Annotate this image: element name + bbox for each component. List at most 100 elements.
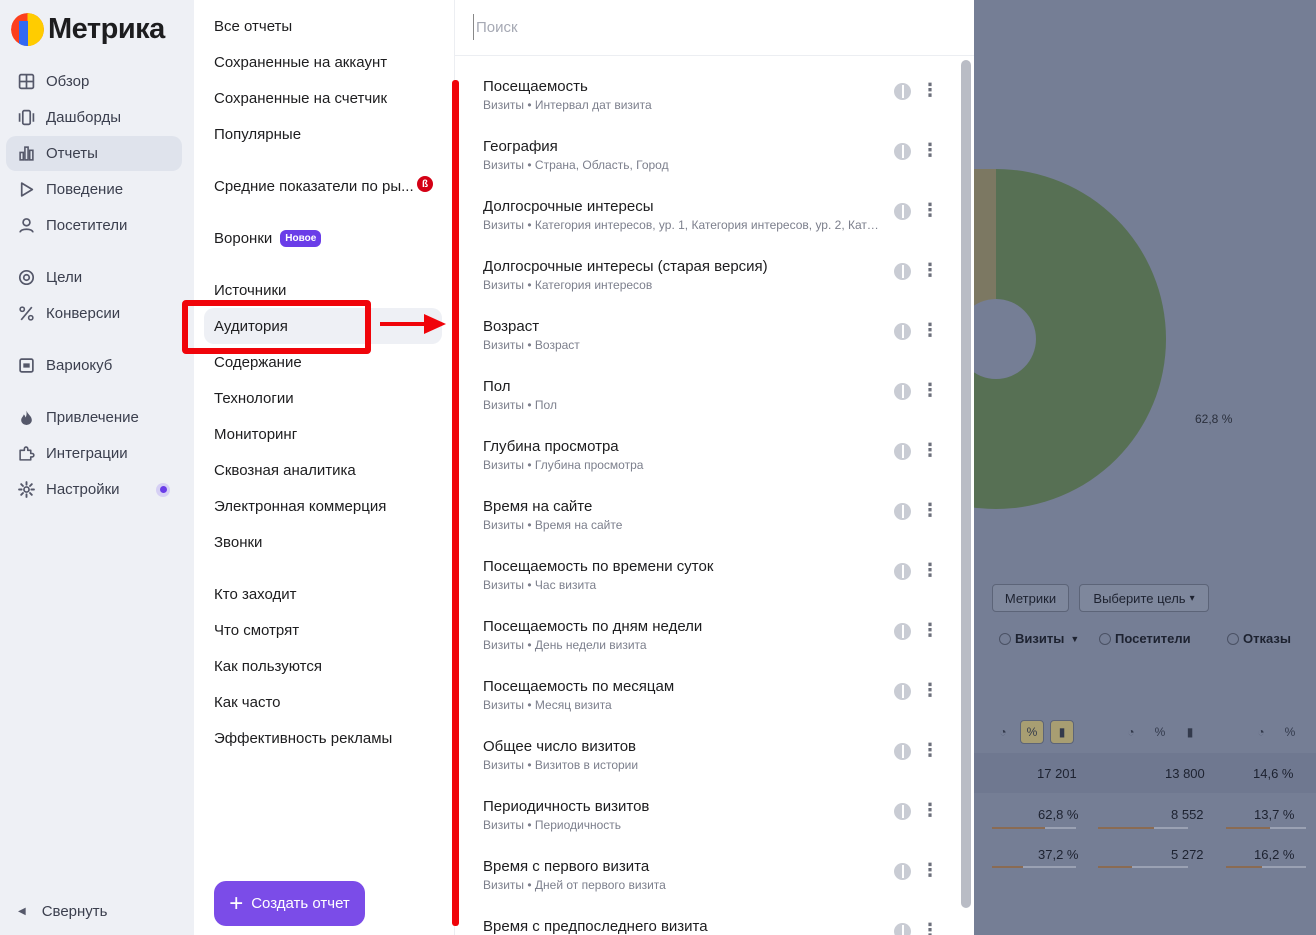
create-report-button[interactable]: + Создать отчет: [214, 881, 365, 926]
more-options-icon[interactable]: ⋮: [920, 438, 940, 462]
report-item[interactable]: Посещаемость по времени суток Визиты • Ча…: [483, 558, 953, 608]
pin-icon[interactable]: [894, 323, 911, 340]
report-subtitle: Визиты • Категория интересов: [483, 278, 653, 292]
pin-icon[interactable]: [894, 803, 911, 820]
collapse-sidebar-button[interactable]: ◀ Свернуть: [18, 903, 108, 920]
percent-toggle-icon: %: [1020, 720, 1044, 744]
report-item[interactable]: Общее число визитов Визиты • Визитов в ис…: [483, 738, 953, 788]
category-who-visits[interactable]: Кто заходит: [214, 586, 297, 603]
more-options-icon[interactable]: ⋮: [920, 738, 940, 762]
pin-icon[interactable]: [894, 743, 911, 760]
category-label: Воронки: [214, 230, 273, 247]
more-options-icon[interactable]: ⋮: [920, 498, 940, 522]
sidebar-item-dashboards[interactable]: Дашборды: [6, 100, 182, 135]
category-saved-account[interactable]: Сохраненные на аккаунт: [214, 54, 387, 71]
bar-fill: [992, 866, 1023, 868]
more-options-icon[interactable]: ⋮: [920, 618, 940, 642]
bar-toggle-icon: ▮: [1186, 725, 1194, 739]
sidebar-item-variocube[interactable]: Вариокуб: [6, 348, 182, 383]
category-popular[interactable]: Популярные: [214, 126, 301, 143]
category-funnels[interactable]: Воронки Новое: [214, 230, 322, 247]
report-item[interactable]: Время с первого визита Визиты • Дней от п…: [483, 858, 953, 908]
metrika-logo[interactable]: Метрика: [11, 13, 165, 46]
report-subtitle: Визиты • Месяц визита: [483, 698, 612, 712]
search-input[interactable]: [473, 14, 933, 40]
table-cell: 37,2 %: [1038, 847, 1079, 862]
report-item[interactable]: Возраст Визиты • Возраст ⋮: [483, 318, 953, 368]
report-item[interactable]: География Визиты • Страна, Область, Город…: [483, 138, 953, 188]
category-ecommerce[interactable]: Электронная коммерция: [214, 498, 386, 515]
category-technology[interactable]: Технологии: [214, 390, 294, 407]
target-icon: [6, 269, 46, 286]
sidebar-item-reports[interactable]: Отчеты: [6, 136, 182, 171]
pin-icon[interactable]: [894, 383, 911, 400]
sidebar-item-label: Посетители: [46, 217, 128, 234]
pin-icon[interactable]: [894, 863, 911, 880]
help-icon: [999, 632, 1011, 645]
bar-toggle-icon: ▮: [1050, 720, 1074, 744]
pin-icon[interactable]: [894, 83, 911, 100]
category-what-they-view[interactable]: Что смотрят: [214, 622, 299, 639]
table-cell: 8 552: [1171, 807, 1204, 822]
sidebar-item-goals[interactable]: Цели: [6, 260, 182, 295]
more-options-icon[interactable]: ⋮: [920, 258, 940, 282]
sidebar-item-settings[interactable]: Настройки: [6, 472, 182, 507]
more-options-icon[interactable]: ⋮: [920, 858, 940, 882]
table-cell: 14,6 %: [1253, 766, 1294, 781]
more-options-icon[interactable]: ⋮: [920, 798, 940, 822]
category-ad-efficiency[interactable]: Эффективность рекламы: [214, 730, 392, 747]
sidebar-item-integrations[interactable]: Интеграции: [6, 436, 182, 471]
sidebar-item-visitors[interactable]: Посетители: [6, 208, 182, 243]
pin-icon[interactable]: [894, 623, 911, 640]
more-options-icon[interactable]: ⋮: [920, 138, 940, 162]
category-all-reports[interactable]: Все отчеты: [214, 18, 292, 35]
report-item[interactable]: Время с предпоследнего визита ⋮: [483, 918, 953, 935]
report-item[interactable]: Глубина просмотра Визиты • Глубина просмо…: [483, 438, 953, 488]
report-subtitle: Визиты • Визитов в истории: [483, 758, 639, 772]
pin-icon[interactable]: [894, 563, 911, 580]
pin-icon[interactable]: [894, 143, 911, 160]
chevron-left-icon: ◀: [18, 906, 26, 917]
more-options-icon[interactable]: ⋮: [920, 198, 940, 222]
sidebar-item-label: Поведение: [46, 181, 124, 198]
pie-label: 62,8 %: [1195, 412, 1233, 426]
report-item[interactable]: Время на сайте Визиты • Время на сайте ⋮: [483, 498, 953, 548]
category-sources[interactable]: Источники: [214, 282, 286, 299]
report-item[interactable]: Посещаемость по дням недели Визиты • День…: [483, 618, 953, 668]
more-options-icon[interactable]: ⋮: [920, 558, 940, 582]
category-industry-averages[interactable]: Средние показатели по ры...: [214, 178, 414, 195]
report-title: Время с первого визита: [483, 858, 650, 875]
pin-icon[interactable]: [894, 443, 911, 460]
sidebar-item-overview[interactable]: Обзор: [6, 64, 182, 99]
report-item[interactable]: Посещаемость по месяцам Визиты • Месяц ви…: [483, 678, 953, 728]
metrics-button: Метрики: [992, 584, 1069, 612]
pin-icon[interactable]: [894, 923, 911, 935]
report-item[interactable]: Периодичность визитов Визиты • Периодично…: [483, 798, 953, 848]
pin-icon[interactable]: [894, 503, 911, 520]
category-content[interactable]: Содержание: [214, 354, 302, 371]
sidebar-item-behavior[interactable]: Поведение: [6, 172, 182, 207]
report-item[interactable]: Пол Визиты • Пол ⋮: [483, 378, 953, 428]
category-calls[interactable]: Звонки: [214, 534, 262, 551]
more-options-icon[interactable]: ⋮: [920, 678, 940, 702]
category-how-often[interactable]: Как часто: [214, 694, 281, 711]
pin-icon[interactable]: [894, 263, 911, 280]
category-end-to-end[interactable]: Сквозная аналитика: [214, 462, 356, 479]
pin-icon[interactable]: [894, 683, 911, 700]
report-title: Посещаемость по времени суток: [483, 558, 714, 575]
more-options-icon[interactable]: ⋮: [920, 378, 940, 402]
report-item[interactable]: Посещаемость Визиты • Интервал дат визита…: [483, 78, 953, 128]
more-options-icon[interactable]: ⋮: [920, 918, 940, 935]
pin-icon[interactable]: [894, 203, 911, 220]
category-how-they-use[interactable]: Как пользуются: [214, 658, 322, 675]
more-options-icon[interactable]: ⋮: [920, 318, 940, 342]
report-item[interactable]: Долгосрочные интересы Визиты • Категория …: [483, 198, 953, 248]
more-options-icon[interactable]: ⋮: [920, 78, 940, 102]
category-saved-counter[interactable]: Сохраненные на счетчик: [214, 90, 387, 107]
sidebar-item-conversions[interactable]: Конверсии: [6, 296, 182, 331]
category-monitoring[interactable]: Мониторинг: [214, 426, 297, 443]
column-header-bounces: Отказы: [1227, 631, 1291, 646]
report-item[interactable]: Долгосрочные интересы (старая версия) Виз…: [483, 258, 953, 308]
sidebar-item-acquisition[interactable]: Привлечение: [6, 400, 182, 435]
scrollbar[interactable]: [961, 60, 971, 908]
